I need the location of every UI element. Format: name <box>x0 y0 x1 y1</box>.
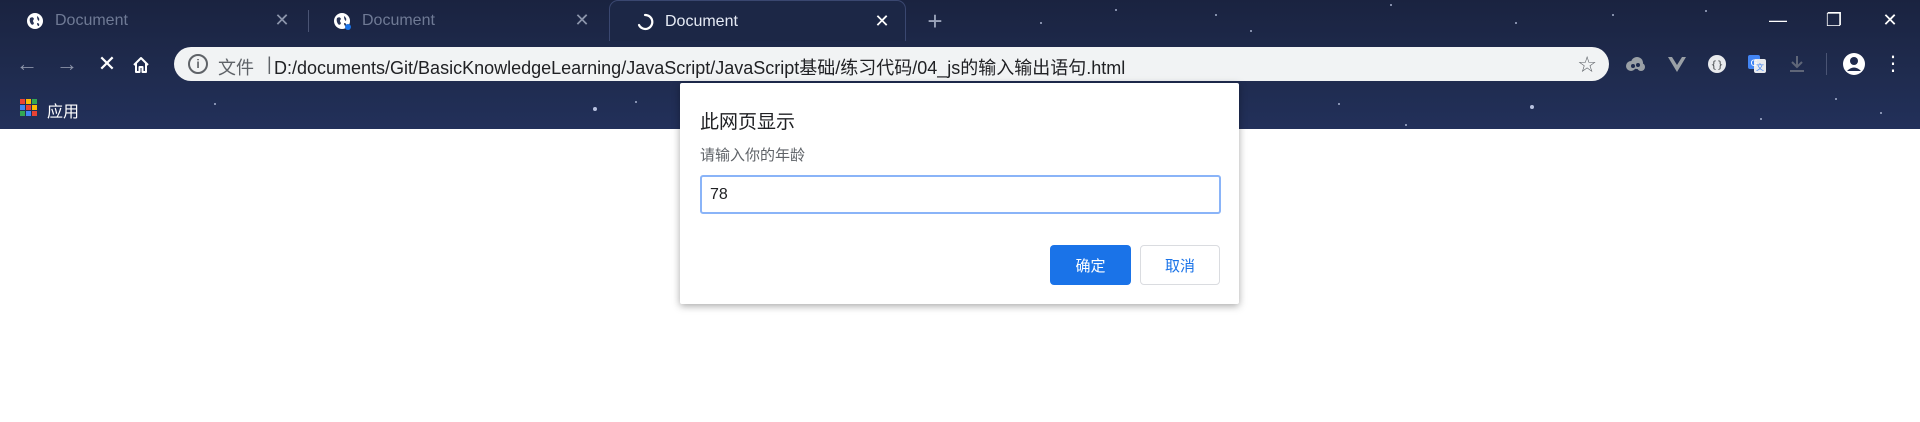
stop-loading-icon[interactable]: ✕ <box>91 48 123 80</box>
tab-document-3-active[interactable]: Document ✕ <box>609 0 906 41</box>
dialog-title: 此网页显示 <box>700 112 796 133</box>
svg-text:文: 文 <box>1756 62 1764 72</box>
forward-arrow-icon[interactable]: → <box>51 48 83 80</box>
download-icon[interactable] <box>1786 53 1808 75</box>
tab-strip: Document ✕ Document ✕ Document ✕ + — ❐ ✕ <box>0 0 1920 41</box>
close-tab-icon[interactable]: ✕ <box>271 9 293 31</box>
prompt-dialog: 此网页显示 请输入你的年龄 确定 取消 <box>680 83 1239 304</box>
json-extension-icon[interactable]: {} <box>1706 53 1728 75</box>
loading-spinner-icon <box>637 13 654 31</box>
url-text[interactable]: D:/documents/Git/BasicKnowledgeLearning/… <box>274 54 1125 80</box>
restore-icon[interactable]: ❐ <box>1814 6 1854 34</box>
globe-icon <box>334 13 351 30</box>
back-arrow-icon[interactable]: ← <box>11 48 43 80</box>
apps-bookmark-label[interactable]: 应用 <box>47 98 79 122</box>
home-icon[interactable] <box>131 55 151 75</box>
toolbar: ← → ✕ i 文件 | D:/documents/Git/BasicKnowl… <box>0 41 1920 87</box>
menu-kebab-icon[interactable]: ⋮ <box>1877 48 1909 80</box>
vue-devtools-icon[interactable] <box>1666 53 1688 75</box>
close-tab-icon[interactable]: ✕ <box>871 10 893 32</box>
address-bar[interactable]: i 文件 | D:/documents/Git/BasicKnowledgeLe… <box>174 47 1609 81</box>
translate-icon[interactable]: G 文 <box>1746 53 1768 75</box>
new-tab-icon[interactable]: + <box>921 8 949 36</box>
prompt-input[interactable] <box>700 175 1221 214</box>
dialog-message: 请输入你的年龄 <box>700 147 806 164</box>
apps-grid-icon[interactable] <box>20 99 37 116</box>
bookmark-star-icon[interactable]: ☆ <box>1577 52 1597 78</box>
tab-document-2[interactable]: Document ✕ <box>307 0 605 41</box>
tab-title: Document <box>362 12 435 29</box>
cloud-extension-icon[interactable] <box>1624 53 1646 75</box>
info-icon[interactable]: i <box>188 54 208 74</box>
minimize-icon[interactable]: — <box>1758 6 1798 34</box>
ok-button[interactable]: 确定 <box>1050 245 1131 285</box>
security-chip-label: 文件 <box>218 58 254 78</box>
cancel-button[interactable]: 取消 <box>1140 245 1220 285</box>
security-chip-separator: | <box>267 54 272 74</box>
tab-title: Document <box>665 13 738 30</box>
close-tab-icon[interactable]: ✕ <box>571 9 593 31</box>
toolbar-divider <box>1826 53 1827 75</box>
svg-text:{}: {} <box>1711 60 1724 71</box>
tab-title: Document <box>55 12 128 29</box>
close-window-icon[interactable]: ✕ <box>1870 6 1910 34</box>
profile-avatar-icon[interactable] <box>1842 52 1866 76</box>
tab-document-1[interactable]: Document ✕ <box>0 0 305 41</box>
globe-icon <box>27 13 43 29</box>
